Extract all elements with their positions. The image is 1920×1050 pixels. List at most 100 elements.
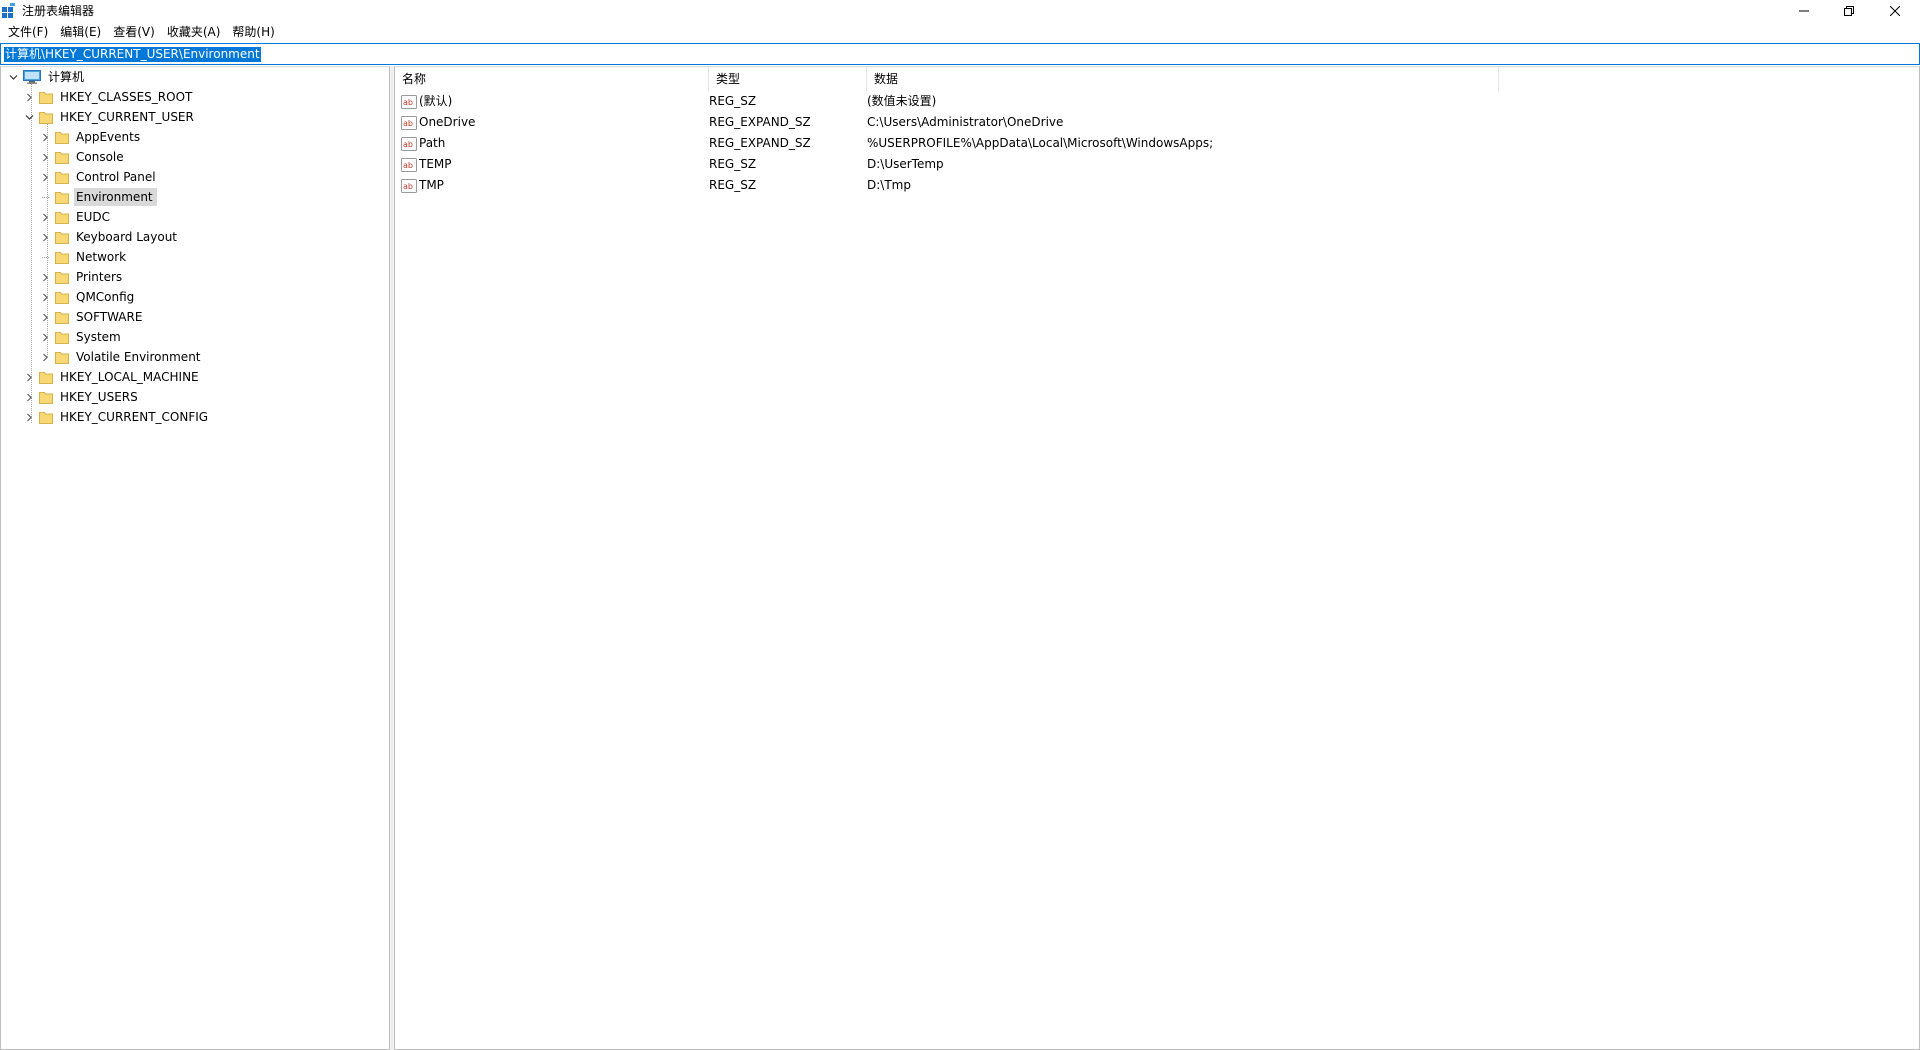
address-bar[interactable]: 计算机\HKEY_CURRENT_USER\Environment [0,43,1920,65]
menu-bar: 文件(F) 编辑(E) 查看(V) 收藏夹(A) 帮助(H) [0,22,1920,42]
table-row[interactable]: ab TMP REG_SZ D:\Tmp [395,175,1499,196]
table-row[interactable]: ab OneDrive REG_EXPAND_SZ C:\Users\Admin… [395,112,1499,133]
tree-label: Keyboard Layout [76,230,178,244]
folder-icon [39,91,53,104]
minimize-button[interactable] [1781,0,1826,22]
column-header-data[interactable]: 数据 [867,67,1499,91]
tree-label: HKEY_CURRENT_USER [60,110,194,124]
table-row[interactable]: ab Path REG_EXPAND_SZ %USERPROFILE%\AppD… [395,133,1499,154]
tree-item-environment[interactable]: Environment [39,187,157,207]
tree-item-hkey-current-user[interactable]: HKEY_CURRENT_USER [23,107,198,127]
tree-item-appevents[interactable]: AppEvents [39,127,144,147]
minimize-icon [1798,10,1809,12]
svg-text:ab: ab [403,140,413,149]
chevron-right-icon[interactable] [39,311,51,323]
tree-item-volatile-environment[interactable]: Volatile Environment [39,347,205,367]
chevron-right-icon[interactable] [23,371,35,383]
string-value-icon: ab [401,115,417,130]
list-header: 名称 类型 数据 [395,67,1919,91]
folder-icon [39,371,53,384]
menu-favorites[interactable]: 收藏夹(A) [161,22,227,42]
value-type: REG_SZ [709,157,757,171]
tree-item-hkey-local-machine[interactable]: HKEY_LOCAL_MACHINE [23,367,203,387]
menu-file[interactable]: 文件(F) [2,22,54,42]
key-tree-pane[interactable]: 计算机 HKEY_CLASSES_ROOT HKEY_CURRENT_USER … [0,66,390,1050]
tree-label: Network [76,250,127,264]
tree-item-eudc[interactable]: EUDC [39,207,114,227]
value-name: (默认) [419,94,453,108]
tree-item-control-panel[interactable]: Control Panel [39,167,160,187]
tree-label: Volatile Environment [76,350,201,364]
column-header-type[interactable]: 类型 [709,67,867,91]
chevron-right-icon[interactable] [39,331,51,343]
tree-item-hkey-classes-root[interactable]: HKEY_CLASSES_ROOT [23,87,196,107]
tree-label: SOFTWARE [76,310,143,324]
folder-icon [55,271,69,284]
tree-label: Printers [76,270,123,284]
folder-icon [55,351,69,364]
folder-icon [55,171,69,184]
value-data: %USERPROFILE%\AppData\Local\Microsoft\Wi… [867,136,1214,150]
tree-item-keyboard-layout[interactable]: Keyboard Layout [39,227,181,247]
tree-item-network[interactable]: Network [39,247,130,267]
table-row[interactable]: ab TEMP REG_SZ D:\UserTemp [395,154,1499,175]
string-value-icon: ab [401,94,417,109]
title-bar: 注册表编辑器 [0,0,1920,22]
tree-item-console[interactable]: Console [39,147,128,167]
svg-text:ab: ab [403,119,413,128]
chevron-down-icon[interactable] [7,71,19,83]
restore-button[interactable] [1826,0,1871,22]
folder-icon [55,151,69,164]
chevron-right-icon[interactable] [39,271,51,283]
chevron-right-icon[interactable] [39,351,51,363]
menu-edit[interactable]: 编辑(E) [54,22,107,42]
value-data: (数值未设置) [867,94,937,108]
chevron-right-icon[interactable] [39,131,51,143]
value-data: D:\Tmp [867,178,911,192]
folder-icon [55,131,69,144]
chevron-down-icon[interactable] [23,111,35,123]
value-type: REG_SZ [709,94,757,108]
tree-item-qmconfig[interactable]: QMConfig [39,287,138,307]
tree-label: QMConfig [76,290,135,304]
close-button[interactable] [1872,0,1917,22]
svg-text:ab: ab [403,161,413,170]
chevron-right-icon[interactable] [23,391,35,403]
tree-leaf-connector [39,191,51,203]
string-value-icon: ab [401,178,417,193]
chevron-right-icon[interactable] [39,291,51,303]
string-value-icon: ab [401,136,417,151]
computer-icon [23,70,41,84]
chevron-right-icon[interactable] [39,231,51,243]
tree-leaf-connector [39,251,51,263]
menu-view[interactable]: 查看(V) [107,22,161,42]
chevron-right-icon[interactable] [23,91,35,103]
tree-label-selected: Environment [74,188,157,206]
value-name: TMP [419,178,444,192]
window-title: 注册表编辑器 [22,4,95,18]
chevron-right-icon[interactable] [39,151,51,163]
tree-label-computer: 计算机 [48,70,85,84]
registry-editor-icon [2,3,15,18]
table-row[interactable]: ab (默认) REG_SZ (数值未设置) [395,91,1499,112]
value-type: REG_SZ [709,178,757,192]
tree-item-hkey-users[interactable]: HKEY_USERS [23,387,142,407]
tree-item-hkey-current-config[interactable]: HKEY_CURRENT_CONFIG [23,407,212,427]
folder-icon [55,231,69,244]
restore-icon [1843,6,1854,16]
chevron-right-icon[interactable] [23,411,35,423]
chevron-right-icon[interactable] [39,211,51,223]
tree-label: HKEY_LOCAL_MACHINE [60,370,199,384]
tree-item-software[interactable]: SOFTWARE [39,307,146,327]
folder-icon [55,191,69,204]
chevron-right-icon[interactable] [39,171,51,183]
tree-label: Console [76,150,124,164]
tree-item-printers[interactable]: Printers [39,267,126,287]
values-list-pane[interactable]: 名称 类型 数据 ab (默认) REG_SZ (数值未设置) ab OneDr… [394,66,1920,1050]
tree-item-system[interactable]: System [39,327,125,347]
column-header-name[interactable]: 名称 [395,67,709,91]
folder-icon [39,411,53,424]
address-input[interactable]: 计算机\HKEY_CURRENT_USER\Environment [4,47,261,62]
menu-help[interactable]: 帮助(H) [226,22,280,42]
tree-item-computer[interactable]: 计算机 [7,67,88,87]
